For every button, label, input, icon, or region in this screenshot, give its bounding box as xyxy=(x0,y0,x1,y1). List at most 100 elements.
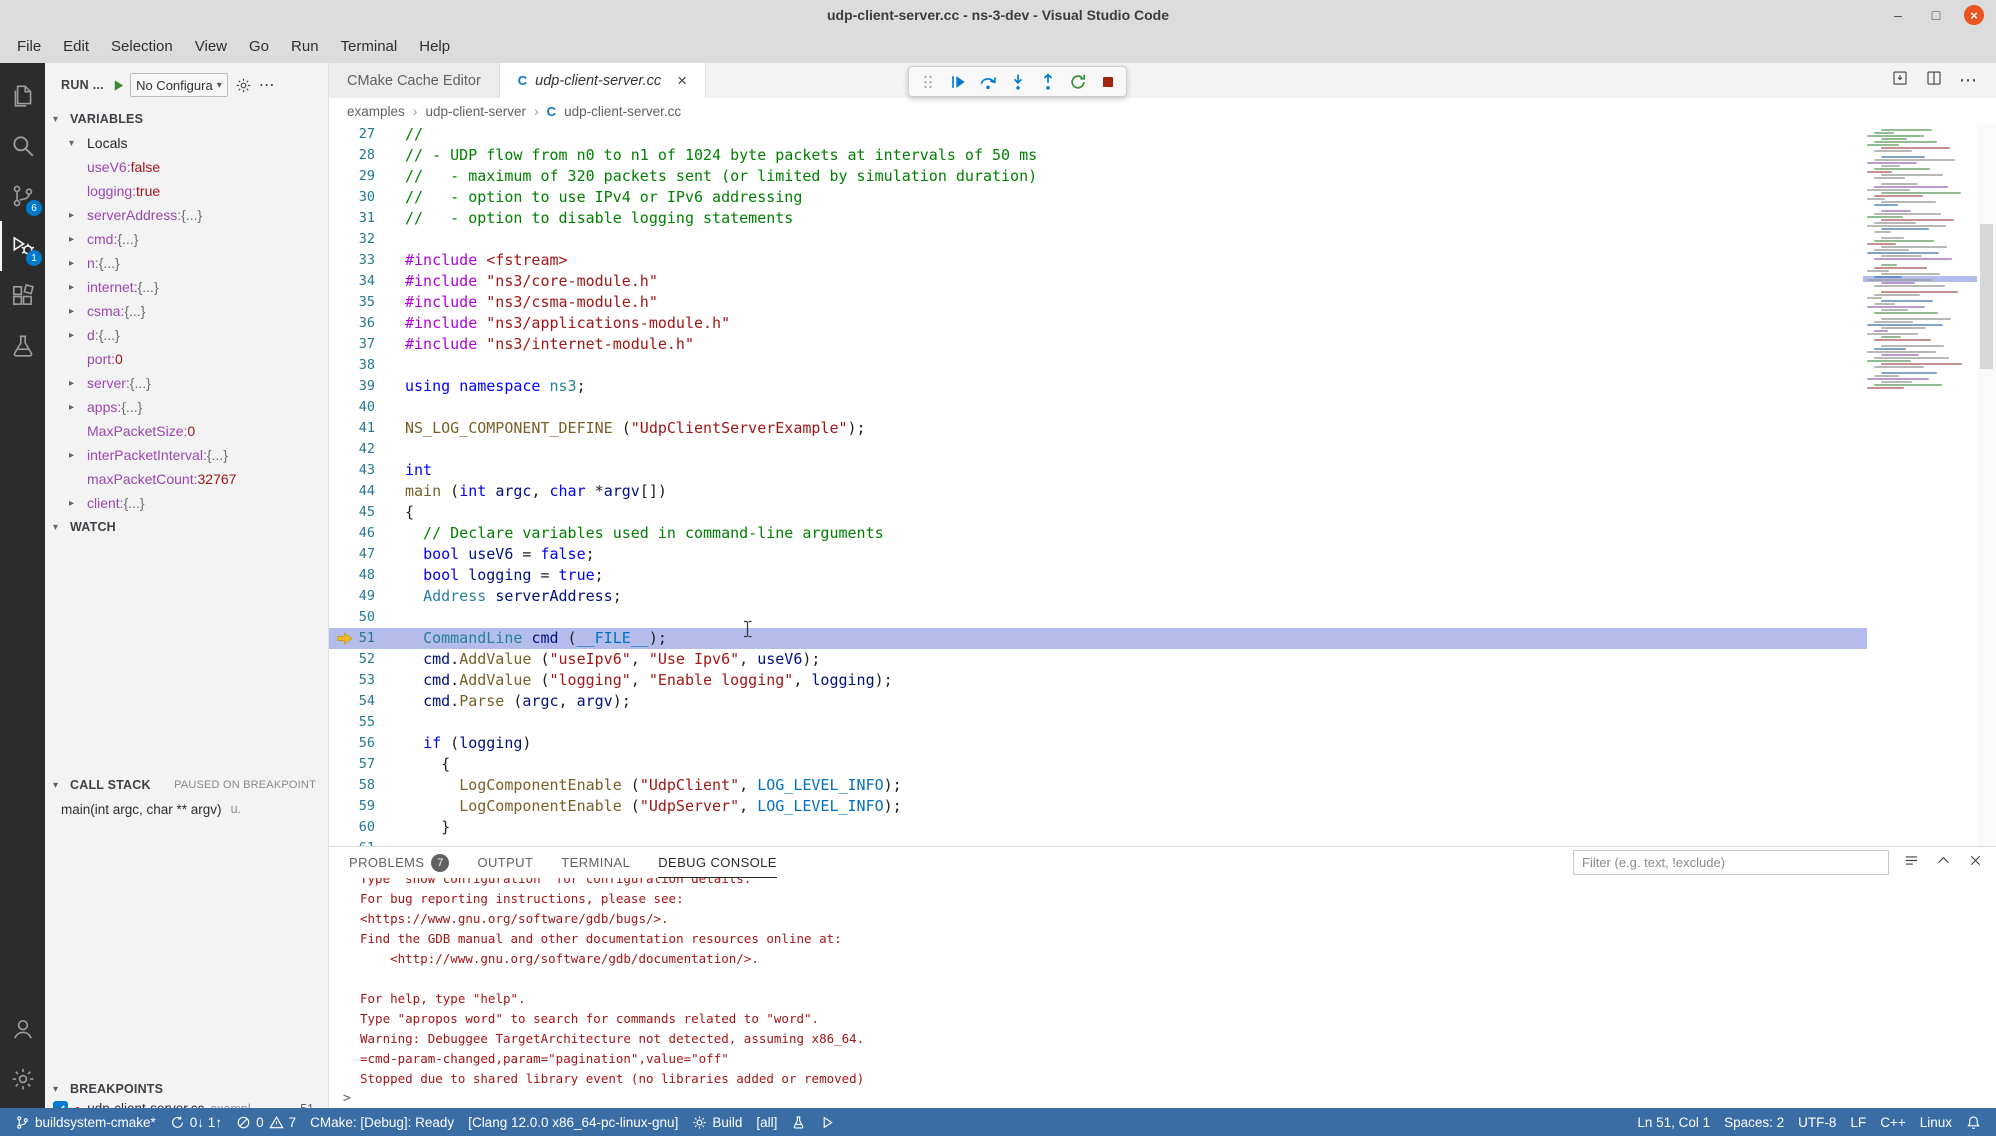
stop-button[interactable] xyxy=(1094,68,1121,95)
menu-help[interactable]: Help xyxy=(408,30,461,63)
code-line-56[interactable]: 56 if (logging) xyxy=(329,733,1867,754)
code-line-49[interactable]: 49 Address serverAddress; xyxy=(329,586,1867,607)
menu-file[interactable]: File xyxy=(6,30,52,63)
source-control-icon[interactable]: 6 xyxy=(0,171,45,221)
extensions-icon[interactable] xyxy=(0,271,45,321)
line-number[interactable]: 44 xyxy=(329,481,405,502)
cmake-kit-status[interactable]: [Clang 12.0.0 x86_64-pc-linux-gnu] xyxy=(461,1108,685,1136)
line-number[interactable]: 48 xyxy=(329,565,405,586)
expand-icon[interactable]: ▸ xyxy=(69,306,87,317)
line-number[interactable]: 56 xyxy=(329,733,405,754)
variable-internet[interactable]: ▸internet: {...} xyxy=(45,275,328,299)
variable-useV6[interactable]: useV6: false xyxy=(45,155,328,179)
editor-layout-icon[interactable] xyxy=(1891,69,1909,92)
code-line-53[interactable]: 53 cmd.AddValue ("logging", "Enable logg… xyxy=(329,670,1867,691)
tab-debug-console[interactable]: DEBUG CONSOLE xyxy=(658,847,777,878)
line-number[interactable]: 46 xyxy=(329,523,405,544)
code-line-51[interactable]: 51 CommandLine cmd (__FILE__); xyxy=(329,628,1867,649)
variable-port[interactable]: port: 0 xyxy=(45,347,328,371)
variable-server[interactable]: ▸server: {...} xyxy=(45,371,328,395)
code-line-46[interactable]: 46 // Declare variables used in command-… xyxy=(329,523,1867,544)
code-line-38[interactable]: 38 xyxy=(329,355,1867,376)
code-line-43[interactable]: 43int xyxy=(329,460,1867,481)
search-icon[interactable] xyxy=(0,121,45,171)
code-line-31[interactable]: 31// - option to disable logging stateme… xyxy=(329,208,1867,229)
toolbar-grip-icon[interactable] xyxy=(914,68,941,95)
line-number[interactable]: 59 xyxy=(329,796,405,817)
breakpoints-section-header[interactable]: ▾ BREAKPOINTS xyxy=(45,1077,328,1101)
code-line-50[interactable]: 50 xyxy=(329,607,1867,628)
collapse-icon[interactable]: ▾ xyxy=(69,138,87,149)
explorer-icon[interactable] xyxy=(0,71,45,121)
expand-icon[interactable]: ▸ xyxy=(69,402,87,413)
console-filter-input[interactable] xyxy=(1573,850,1889,875)
split-editor-icon[interactable] xyxy=(1925,69,1943,92)
menu-view[interactable]: View xyxy=(184,30,238,63)
expand-icon[interactable]: ▸ xyxy=(69,330,87,341)
encoding-status[interactable]: UTF-8 xyxy=(1791,1108,1843,1136)
variable-csma[interactable]: ▸csma: {...} xyxy=(45,299,328,323)
line-number[interactable]: 36 xyxy=(329,313,405,334)
minimize-icon[interactable]: – xyxy=(1888,7,1908,23)
variable-cmd[interactable]: ▸cmd: {...} xyxy=(45,227,328,251)
tab-cmake-cache-editor[interactable]: CMake Cache Editor xyxy=(329,63,500,98)
expand-icon[interactable]: ▸ xyxy=(69,378,87,389)
line-number[interactable]: 27 xyxy=(329,124,405,145)
variables-section-header[interactable]: ▾ VARIABLES xyxy=(45,107,328,131)
line-number[interactable]: 33 xyxy=(329,250,405,271)
code-line-60[interactable]: 60 } xyxy=(329,817,1867,838)
code-line-33[interactable]: 33#include <fstream> xyxy=(329,250,1867,271)
language-mode-status[interactable]: C++ xyxy=(1873,1108,1913,1136)
line-number[interactable]: 50 xyxy=(329,607,405,628)
variable-MaxPacketSize[interactable]: MaxPacketSize: 0 xyxy=(45,419,328,443)
menu-run[interactable]: Run xyxy=(280,30,330,63)
code-line-41[interactable]: 41NS_LOG_COMPONENT_DEFINE ("UdpClientSer… xyxy=(329,418,1867,439)
code-line-40[interactable]: 40 xyxy=(329,397,1867,418)
breadcrumb-item[interactable]: udp-client-server.cc xyxy=(564,104,681,119)
code-line-32[interactable]: 32 xyxy=(329,229,1867,250)
expand-icon[interactable]: ▸ xyxy=(69,498,87,509)
scope-locals[interactable]: ▾ Locals xyxy=(45,131,328,155)
more-actions-icon[interactable]: ⋯ xyxy=(1959,70,1978,91)
menu-selection[interactable]: Selection xyxy=(100,30,184,63)
close-tab-icon[interactable]: × xyxy=(677,72,687,89)
stack-frame[interactable]: main(int argc, char ** argv) u. xyxy=(45,797,328,821)
code-line-45[interactable]: 45{ xyxy=(329,502,1867,523)
line-number[interactable]: 39 xyxy=(329,376,405,397)
tab-terminal[interactable]: TERMINAL xyxy=(561,847,630,878)
variable-maxPacketCount[interactable]: maxPacketCount: 32767 xyxy=(45,467,328,491)
variable-interPacketInterval[interactable]: ▸interPacketInterval: {...} xyxy=(45,443,328,467)
run-and-debug-icon[interactable]: 1 xyxy=(0,221,45,271)
line-number[interactable]: 49 xyxy=(329,586,405,607)
sync-status[interactable]: 0↓ 1↑ xyxy=(163,1108,229,1136)
line-number[interactable]: 51 xyxy=(329,628,405,649)
variable-logging[interactable]: logging: true xyxy=(45,179,328,203)
launch-button[interactable] xyxy=(813,1108,842,1136)
code-line-54[interactable]: 54 cmd.Parse (argc, argv); xyxy=(329,691,1867,712)
code-line-48[interactable]: 48 bool logging = true; xyxy=(329,565,1867,586)
more-actions-icon[interactable]: ⋯ xyxy=(259,75,276,95)
breakpoint-checkbox[interactable] xyxy=(53,1101,68,1108)
line-number[interactable]: 47 xyxy=(329,544,405,565)
code-line-34[interactable]: 34#include "ns3/core-module.h" xyxy=(329,271,1867,292)
code-line-28[interactable]: 28// - UDP flow from n0 to n1 of 1024 by… xyxy=(329,145,1867,166)
breadcrumb-item[interactable]: examples xyxy=(347,104,405,119)
console-prompt[interactable]: > xyxy=(343,1089,1996,1108)
cursor-position-status[interactable]: Ln 51, Col 1 xyxy=(1630,1108,1717,1136)
line-number[interactable]: 41 xyxy=(329,418,405,439)
debug-settings-gear-icon[interactable] xyxy=(235,77,252,94)
breakpoint-item[interactable]: ● udp-client-server.cc exampl... 51 xyxy=(45,1101,328,1108)
line-number[interactable]: 30 xyxy=(329,187,405,208)
restart-button[interactable] xyxy=(1064,68,1091,95)
code-line-36[interactable]: 36#include "ns3/applications-module.h" xyxy=(329,313,1867,334)
ctest-button[interactable] xyxy=(784,1108,813,1136)
eol-status[interactable]: LF xyxy=(1843,1108,1873,1136)
git-branch-status[interactable]: buildsystem-cmake* xyxy=(8,1108,163,1136)
code-line-27[interactable]: 27// xyxy=(329,124,1867,145)
menu-edit[interactable]: Edit xyxy=(52,30,100,63)
line-number[interactable]: 52 xyxy=(329,649,405,670)
close-panel-icon[interactable] xyxy=(1967,852,1984,874)
step-into-button[interactable] xyxy=(1004,68,1031,95)
call-stack-section-header[interactable]: ▾ CALL STACK PAUSED ON BREAKPOINT xyxy=(45,773,328,797)
line-number[interactable]: 28 xyxy=(329,145,405,166)
